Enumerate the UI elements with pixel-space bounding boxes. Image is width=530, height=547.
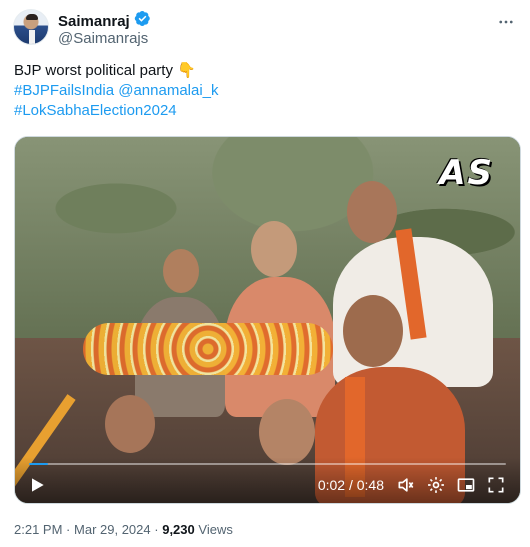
meta-separator-2: · bbox=[154, 522, 159, 537]
volume-icon[interactable] bbox=[396, 475, 416, 495]
name-row: Saimanraj bbox=[58, 10, 151, 32]
hashtag-loksabhaelection[interactable]: #LokSabhaElection2024 bbox=[14, 102, 177, 119]
video-time: 0:02 / 0:48 bbox=[317, 477, 384, 493]
avatar-shirt bbox=[29, 30, 35, 44]
tweet-text: BJP worst political party 👇 #BJPFailsInd… bbox=[14, 61, 514, 121]
settings-icon[interactable] bbox=[426, 475, 446, 495]
hashtag-bjpfailsindia[interactable]: #BJPFailsIndia bbox=[14, 82, 114, 99]
author-handle[interactable]: @Saimanrajs bbox=[58, 30, 148, 47]
more-horizontal-icon[interactable] bbox=[495, 11, 517, 33]
meta-separator-1: · bbox=[66, 522, 71, 537]
profile-avatar[interactable] bbox=[13, 9, 49, 45]
video-head-bottom bbox=[259, 399, 315, 465]
video-controls: 0:02 / 0:48 bbox=[15, 457, 520, 503]
tweet-meta: 2:21 PM · Mar 29, 2024 · 9,230 Views bbox=[14, 522, 233, 537]
tweet-time[interactable]: 2:21 PM bbox=[14, 522, 62, 537]
video-frame: AS bbox=[15, 137, 520, 503]
tweet-date[interactable]: Mar 29, 2024 bbox=[74, 522, 151, 537]
author-display-name[interactable]: Saimanraj bbox=[58, 13, 130, 30]
video-player[interactable]: AS 0:02 / 0:48 bbox=[14, 136, 521, 504]
video-progress-fill bbox=[29, 463, 49, 465]
mention-annamalai[interactable]: @annamalai_k bbox=[118, 82, 218, 99]
video-head-front bbox=[343, 295, 403, 367]
video-progress-bar[interactable] bbox=[29, 463, 506, 465]
views-count: 9,230 bbox=[162, 522, 195, 537]
views-label: Views bbox=[198, 522, 233, 537]
video-garland bbox=[83, 323, 333, 375]
tweet-main-text: BJP worst political party bbox=[14, 62, 173, 79]
pointing-down-emoji: 👇 bbox=[177, 62, 196, 79]
video-head-bottom-left bbox=[105, 395, 155, 453]
tweet-header: Saimanraj @Saimanrajs bbox=[13, 9, 517, 49]
video-head-center bbox=[251, 221, 297, 277]
tweet-line-2: #BJPFailsIndia @annamalai_k bbox=[14, 81, 514, 101]
video-head-right bbox=[347, 181, 397, 243]
play-icon[interactable] bbox=[27, 475, 47, 495]
video-head-left bbox=[163, 249, 199, 293]
fullscreen-icon[interactable] bbox=[486, 475, 506, 495]
tweet-line-1: BJP worst political party 👇 bbox=[14, 61, 514, 81]
pip-icon[interactable] bbox=[456, 475, 476, 495]
verified-badge-icon[interactable] bbox=[134, 10, 151, 32]
tweet-line-3: #LokSabhaElection2024 bbox=[14, 101, 514, 121]
video-watermark: AS bbox=[439, 153, 494, 193]
avatar-hair bbox=[26, 14, 38, 20]
